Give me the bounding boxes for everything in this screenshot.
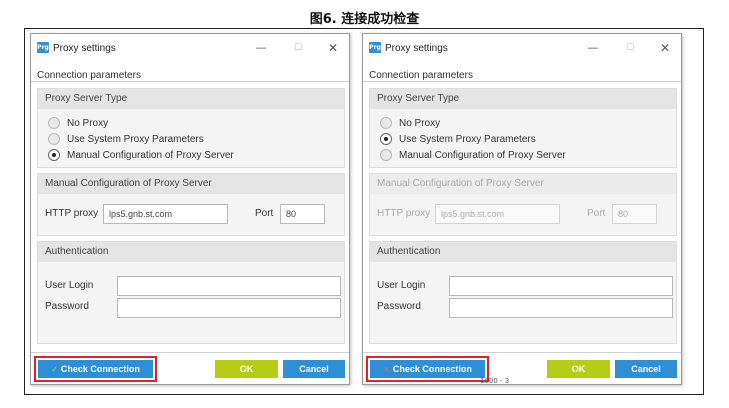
radio-icon[interactable] [380, 133, 392, 145]
password-label: Password [377, 301, 421, 312]
radio-no-proxy[interactable]: No Proxy [380, 116, 440, 130]
window-title: Proxy settings [385, 43, 448, 54]
radio-manual-proxy[interactable]: Manual Configuration of Proxy Server [380, 148, 566, 162]
user-login-label: User Login [45, 280, 94, 291]
password-label: Password [45, 301, 89, 312]
close-icon[interactable]: ✕ [655, 39, 675, 57]
radio-no-proxy[interactable]: No Proxy [48, 116, 108, 130]
close-icon[interactable]: ✕ [323, 39, 343, 57]
http-proxy-input[interactable]: lps5.gnb.st.com [103, 204, 228, 224]
divider [363, 352, 681, 353]
title-bar[interactable]: Prg Proxy settings — ☐ ✕ [363, 34, 681, 62]
x-icon: ✕ [383, 365, 390, 374]
connection-parameters-label: Connection parameters [369, 70, 473, 81]
check-connection-button[interactable]: ✕ Check Connection [370, 360, 485, 378]
radio-label: Manual Configuration of Proxy Server [399, 149, 566, 161]
divider [31, 352, 349, 353]
authentication-section: Authentication User Login Password [369, 241, 677, 344]
radio-label: No Proxy [399, 117, 441, 129]
radio-icon[interactable] [48, 133, 60, 145]
title-bar[interactable]: Prg Proxy settings — ☐ ✕ [31, 34, 349, 62]
proxy-settings-dialog-left: Prg Proxy settings — ☐ ✕ Connection para… [30, 33, 350, 385]
radio-icon[interactable] [380, 117, 392, 129]
port-input[interactable]: 80 [612, 204, 657, 224]
section-heading: Authentication [370, 242, 676, 262]
divider [31, 81, 349, 82]
check-icon: ✓ [51, 365, 58, 374]
manual-config-section: Manual Configuration of Proxy Server HTT… [369, 173, 677, 236]
port-label: Port [255, 208, 274, 219]
minimize-icon[interactable]: — [251, 39, 271, 57]
ok-button[interactable]: OK [547, 360, 610, 378]
port-label: Port [587, 208, 606, 219]
app-icon: Prg [37, 42, 49, 53]
section-heading: Proxy Server Type [370, 89, 676, 109]
proxy-settings-dialog-right: Prg Proxy settings — ☐ ✕ Connection para… [362, 33, 682, 385]
password-input[interactable] [449, 298, 673, 318]
authentication-section: Authentication User Login Password [37, 241, 345, 344]
port-input[interactable]: 80 [280, 204, 325, 224]
maximize-icon[interactable]: ☐ [288, 39, 308, 57]
user-login-label: User Login [377, 280, 426, 291]
radio-icon[interactable] [48, 149, 60, 161]
section-heading: Authentication [38, 242, 344, 262]
minimize-icon[interactable]: — [583, 39, 603, 57]
section-heading: Proxy Server Type [38, 89, 344, 109]
radio-icon[interactable] [380, 149, 392, 161]
proxy-server-type-section: Proxy Server Type No Proxy Use System Pr… [37, 88, 345, 168]
window-title: Proxy settings [53, 43, 116, 54]
divider [363, 81, 681, 82]
radio-system-proxy[interactable]: Use System Proxy Parameters [48, 132, 204, 146]
radio-label: No Proxy [67, 117, 109, 129]
user-login-input[interactable] [117, 276, 341, 296]
radio-label: Use System Proxy Parameters [399, 133, 536, 145]
radio-system-proxy[interactable]: Use System Proxy Parameters [380, 132, 536, 146]
check-connection-button[interactable]: ✓ Check Connection [38, 360, 153, 378]
section-heading: Manual Configuration of Proxy Server [38, 174, 344, 194]
check-connection-label: Check Connection [60, 364, 140, 374]
user-login-input[interactable] [449, 276, 673, 296]
maximize-icon[interactable]: ☐ [620, 39, 640, 57]
radio-label: Use System Proxy Parameters [67, 133, 204, 145]
stray-text: 1000 - 3 [480, 377, 510, 385]
cancel-button[interactable]: Cancel [283, 360, 345, 378]
manual-config-section: Manual Configuration of Proxy Server HTT… [37, 173, 345, 236]
radio-manual-proxy[interactable]: Manual Configuration of Proxy Server [48, 148, 234, 162]
connection-parameters-label: Connection parameters [37, 70, 141, 81]
password-input[interactable] [117, 298, 341, 318]
http-proxy-label: HTTP proxy [377, 208, 431, 219]
cancel-button[interactable]: Cancel [615, 360, 677, 378]
section-heading: Manual Configuration of Proxy Server [370, 174, 676, 194]
app-icon: Prg [369, 42, 381, 53]
check-connection-label: Check Connection [392, 364, 472, 374]
http-proxy-input[interactable]: lps5.gnb.st.com [435, 204, 560, 224]
radio-label: Manual Configuration of Proxy Server [67, 149, 234, 161]
figure-title: 图6. 连接成功检查 [309, 12, 420, 27]
http-proxy-label: HTTP proxy [45, 208, 99, 219]
proxy-server-type-section: Proxy Server Type No Proxy Use System Pr… [369, 88, 677, 168]
radio-icon[interactable] [48, 117, 60, 129]
ok-button[interactable]: OK [215, 360, 278, 378]
